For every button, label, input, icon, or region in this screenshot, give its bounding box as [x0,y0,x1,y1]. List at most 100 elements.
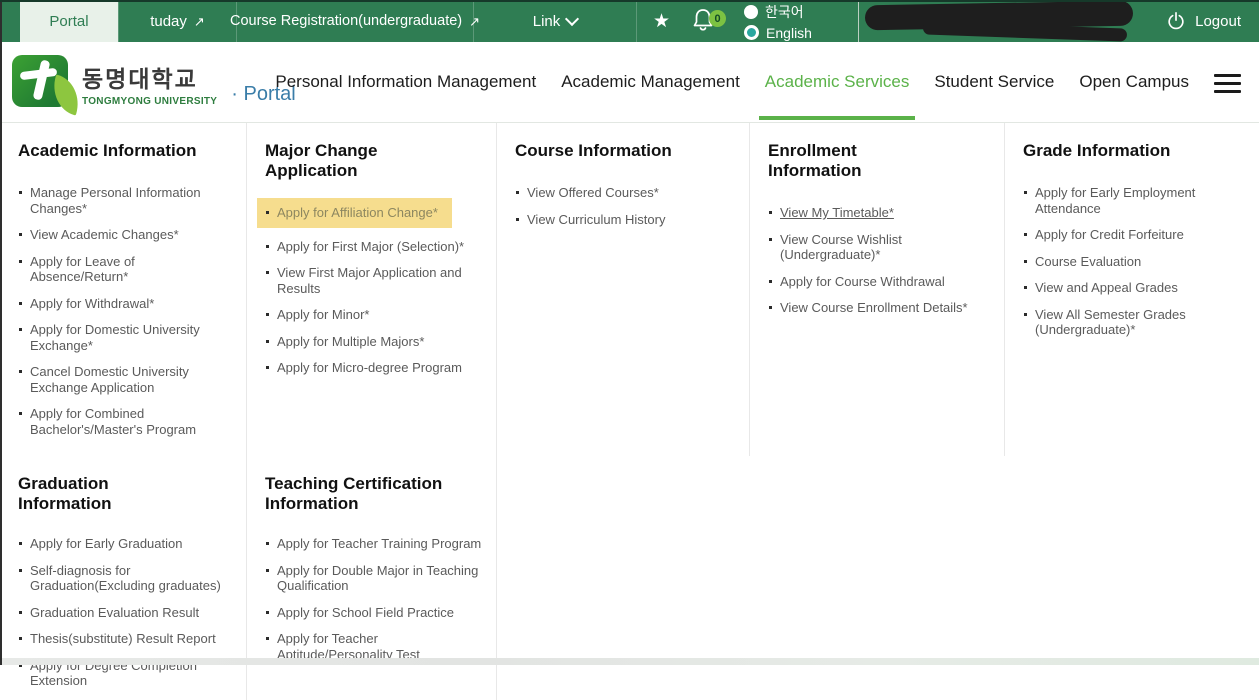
notifications-bell-icon[interactable]: 0 [692,8,716,34]
menu-item[interactable]: Apply for Withdrawal* [18,296,230,312]
window-top-edge [0,0,1259,2]
menu-item-list: Manage Personal Information Changes* View… [18,185,234,437]
menu-item-label: Apply for Minor* [277,307,369,322]
menu-item[interactable]: Apply for School Field Practice [265,605,484,621]
menu-item-label: Apply for Early Graduation [30,536,182,551]
menu-item-label: Apply for School Field Practice [277,605,454,620]
menu-item[interactable]: Cancel Domestic University Exchange Appl… [18,364,230,395]
menu-section-title: Course Information [515,141,700,161]
notification-badge: 0 [709,10,726,27]
menu-item-label: Thesis(substitute) Result Report [30,631,216,646]
menu-item[interactable]: View Offered Courses* [515,185,727,201]
menu-item[interactable]: Apply for Credit Forfeiture [1023,227,1235,243]
nav-open-campus[interactable]: Open Campus [1079,72,1189,92]
menu-item[interactable]: Apply for Teacher Training Program [265,536,484,552]
menu-item-label: Apply for Early Employment Attendance [1035,185,1195,216]
favorites-star-icon[interactable]: ★ [653,12,670,31]
nav-academic-management[interactable]: Academic Management [561,72,740,92]
language-english-label: English [766,25,812,41]
university-name-english: TONGMYONG UNIVERSITY [82,96,217,107]
menu-item[interactable]: Apply for Early Employment Attendance [1023,185,1235,216]
power-icon [1166,11,1186,31]
language-option-english[interactable]: English [744,25,812,41]
menu-item-list: Apply for Early Employment Attendance App… [1023,185,1247,338]
menu-item[interactable]: Thesis(substitute) Result Report [18,631,230,647]
menu-section-title: Academic Information [18,141,203,161]
language-korean-label: 한국어 [765,2,804,22]
nav-personal-information-management[interactable]: Personal Information Management [275,72,536,92]
menu-item-label: View Course Enrollment Details* [780,300,968,315]
menu-item[interactable]: Apply for Domestic University Exchange* [18,322,230,353]
tab-portal[interactable]: Portal [20,0,118,42]
nav-academic-services[interactable]: Academic Services [765,72,910,92]
menu-item-label: Apply for Teacher Training Program [277,536,481,551]
menu-item-label: Apply for Credit Forfeiture [1035,227,1184,242]
radio-selected-icon [744,25,759,40]
logout-button[interactable]: Logout [1166,0,1241,42]
menu-item[interactable]: View Curriculum History [515,212,727,228]
menu-item[interactable]: Apply for Course Withdrawal [768,274,980,290]
link-dropdown[interactable]: Link [473,0,637,42]
menu-section: Academic Information Manage Personal Info… [0,123,247,456]
menu-item-label: Cancel Domestic University Exchange Appl… [30,364,189,395]
tab-tuday[interactable]: tuday ↗ [118,0,236,42]
menu-item-label: Graduation Evaluation Result [30,605,199,620]
menu-section: Major Change ApplicationApply for Affili… [247,123,497,456]
menu-item[interactable]: Apply for Early Graduation [18,536,230,552]
menu-item-label: View Offered Courses* [527,185,659,200]
menu-item[interactable]: View Academic Changes* [18,227,230,243]
menu-item[interactable]: View Course Wishlist (Undergraduate)* [768,232,980,263]
menu-item[interactable]: Apply for Multiple Majors* [265,334,477,350]
language-option-korean[interactable]: 한국어 [744,2,812,22]
hamburger-menu-icon[interactable] [1214,74,1241,93]
menu-item-label: Manage Personal Information Changes* [30,185,201,216]
menu-item-label: View Course Wishlist (Undergraduate)* [780,232,902,263]
menu-item-label: Apply for Micro-degree Program [277,360,462,375]
menu-item[interactable]: Apply for Leave of Absence/Return* [18,254,230,285]
menu-item-label: Apply for Combined Bachelor's/Master's P… [30,406,196,437]
menu-item[interactable]: Apply for Micro-degree Program [265,360,477,376]
menu-item-label: Apply for Domestic University Exchange* [30,322,200,353]
menu-item-list: Apply for Teacher Training Program Apply … [265,536,484,662]
menu-item-label: Course Evaluation [1035,254,1141,269]
nav-student-service[interactable]: Student Service [934,72,1054,92]
menu-item-label: Apply for Withdrawal* [30,296,154,311]
menu-item[interactable]: View Course Enrollment Details* [768,300,980,316]
menu-section-title: Graduation Information [18,474,203,514]
logout-label: Logout [1195,13,1241,30]
external-link-icon: ↗ [194,15,205,28]
menu-item-list: View Offered Courses* View Curriculum His… [515,185,737,227]
menu-item-label: View and Appeal Grades [1035,280,1178,295]
redacted-user-info [865,3,1137,39]
menu-item-label: View Academic Changes* [30,227,179,242]
menu-item[interactable]: Manage Personal Information Changes* [18,185,230,216]
menu-item[interactable]: View All Semester Grades (Undergraduate)… [1023,307,1235,338]
bottom-strip [0,658,1259,665]
menu-item[interactable]: View First Major Application and Results [265,265,477,296]
menu-item-label: Self-diagnosis for Graduation(Excluding … [30,563,221,594]
leaf-icon [47,75,85,116]
menu-item-label: Apply for Multiple Majors* [277,334,424,349]
menu-item[interactable]: Apply for Double Major in Teaching Quali… [265,563,484,594]
tab-tuday-label: tuday [150,13,187,30]
menu-item[interactable]: View My Timetable* [768,205,980,221]
menu-item[interactable]: View and Appeal Grades [1023,280,1235,296]
menu-item-highlighted[interactable]: Apply for Affiliation Change* [257,198,452,228]
menu-item-label: Apply for Double Major in Teaching Quali… [277,563,478,594]
menu-item[interactable]: Self-diagnosis for Graduation(Excluding … [18,563,230,594]
topbar-divider [858,0,859,42]
menu-item-list: Apply for Early Graduation Self-diagnosis… [18,536,234,689]
topbar: Portal tuday ↗ Course Registration(under… [0,0,1259,42]
menu-item[interactable]: Apply for First Major (Selection)* [265,239,477,255]
tab-course-registration[interactable]: Course Registration(undergraduate) ↗ [236,0,473,42]
menu-item[interactable]: Apply for Combined Bachelor's/Master's P… [18,406,230,437]
menu-item-label: View First Major Application and Results [277,265,462,296]
menu-item[interactable]: Apply for Minor* [265,307,477,323]
university-logo[interactable]: 동명대학교 TONGMYONG UNIVERSITY · Portal [12,55,296,107]
radio-unselected-icon [744,5,758,19]
menu-item[interactable]: Graduation Evaluation Result [18,605,230,621]
menu-item-list: Apply for Affiliation Change*Apply for F… [265,198,484,376]
menu-item-label: View Curriculum History [527,212,665,227]
menu-item-label: View My Timetable* [780,205,894,220]
menu-item[interactable]: Course Evaluation [1023,254,1235,270]
